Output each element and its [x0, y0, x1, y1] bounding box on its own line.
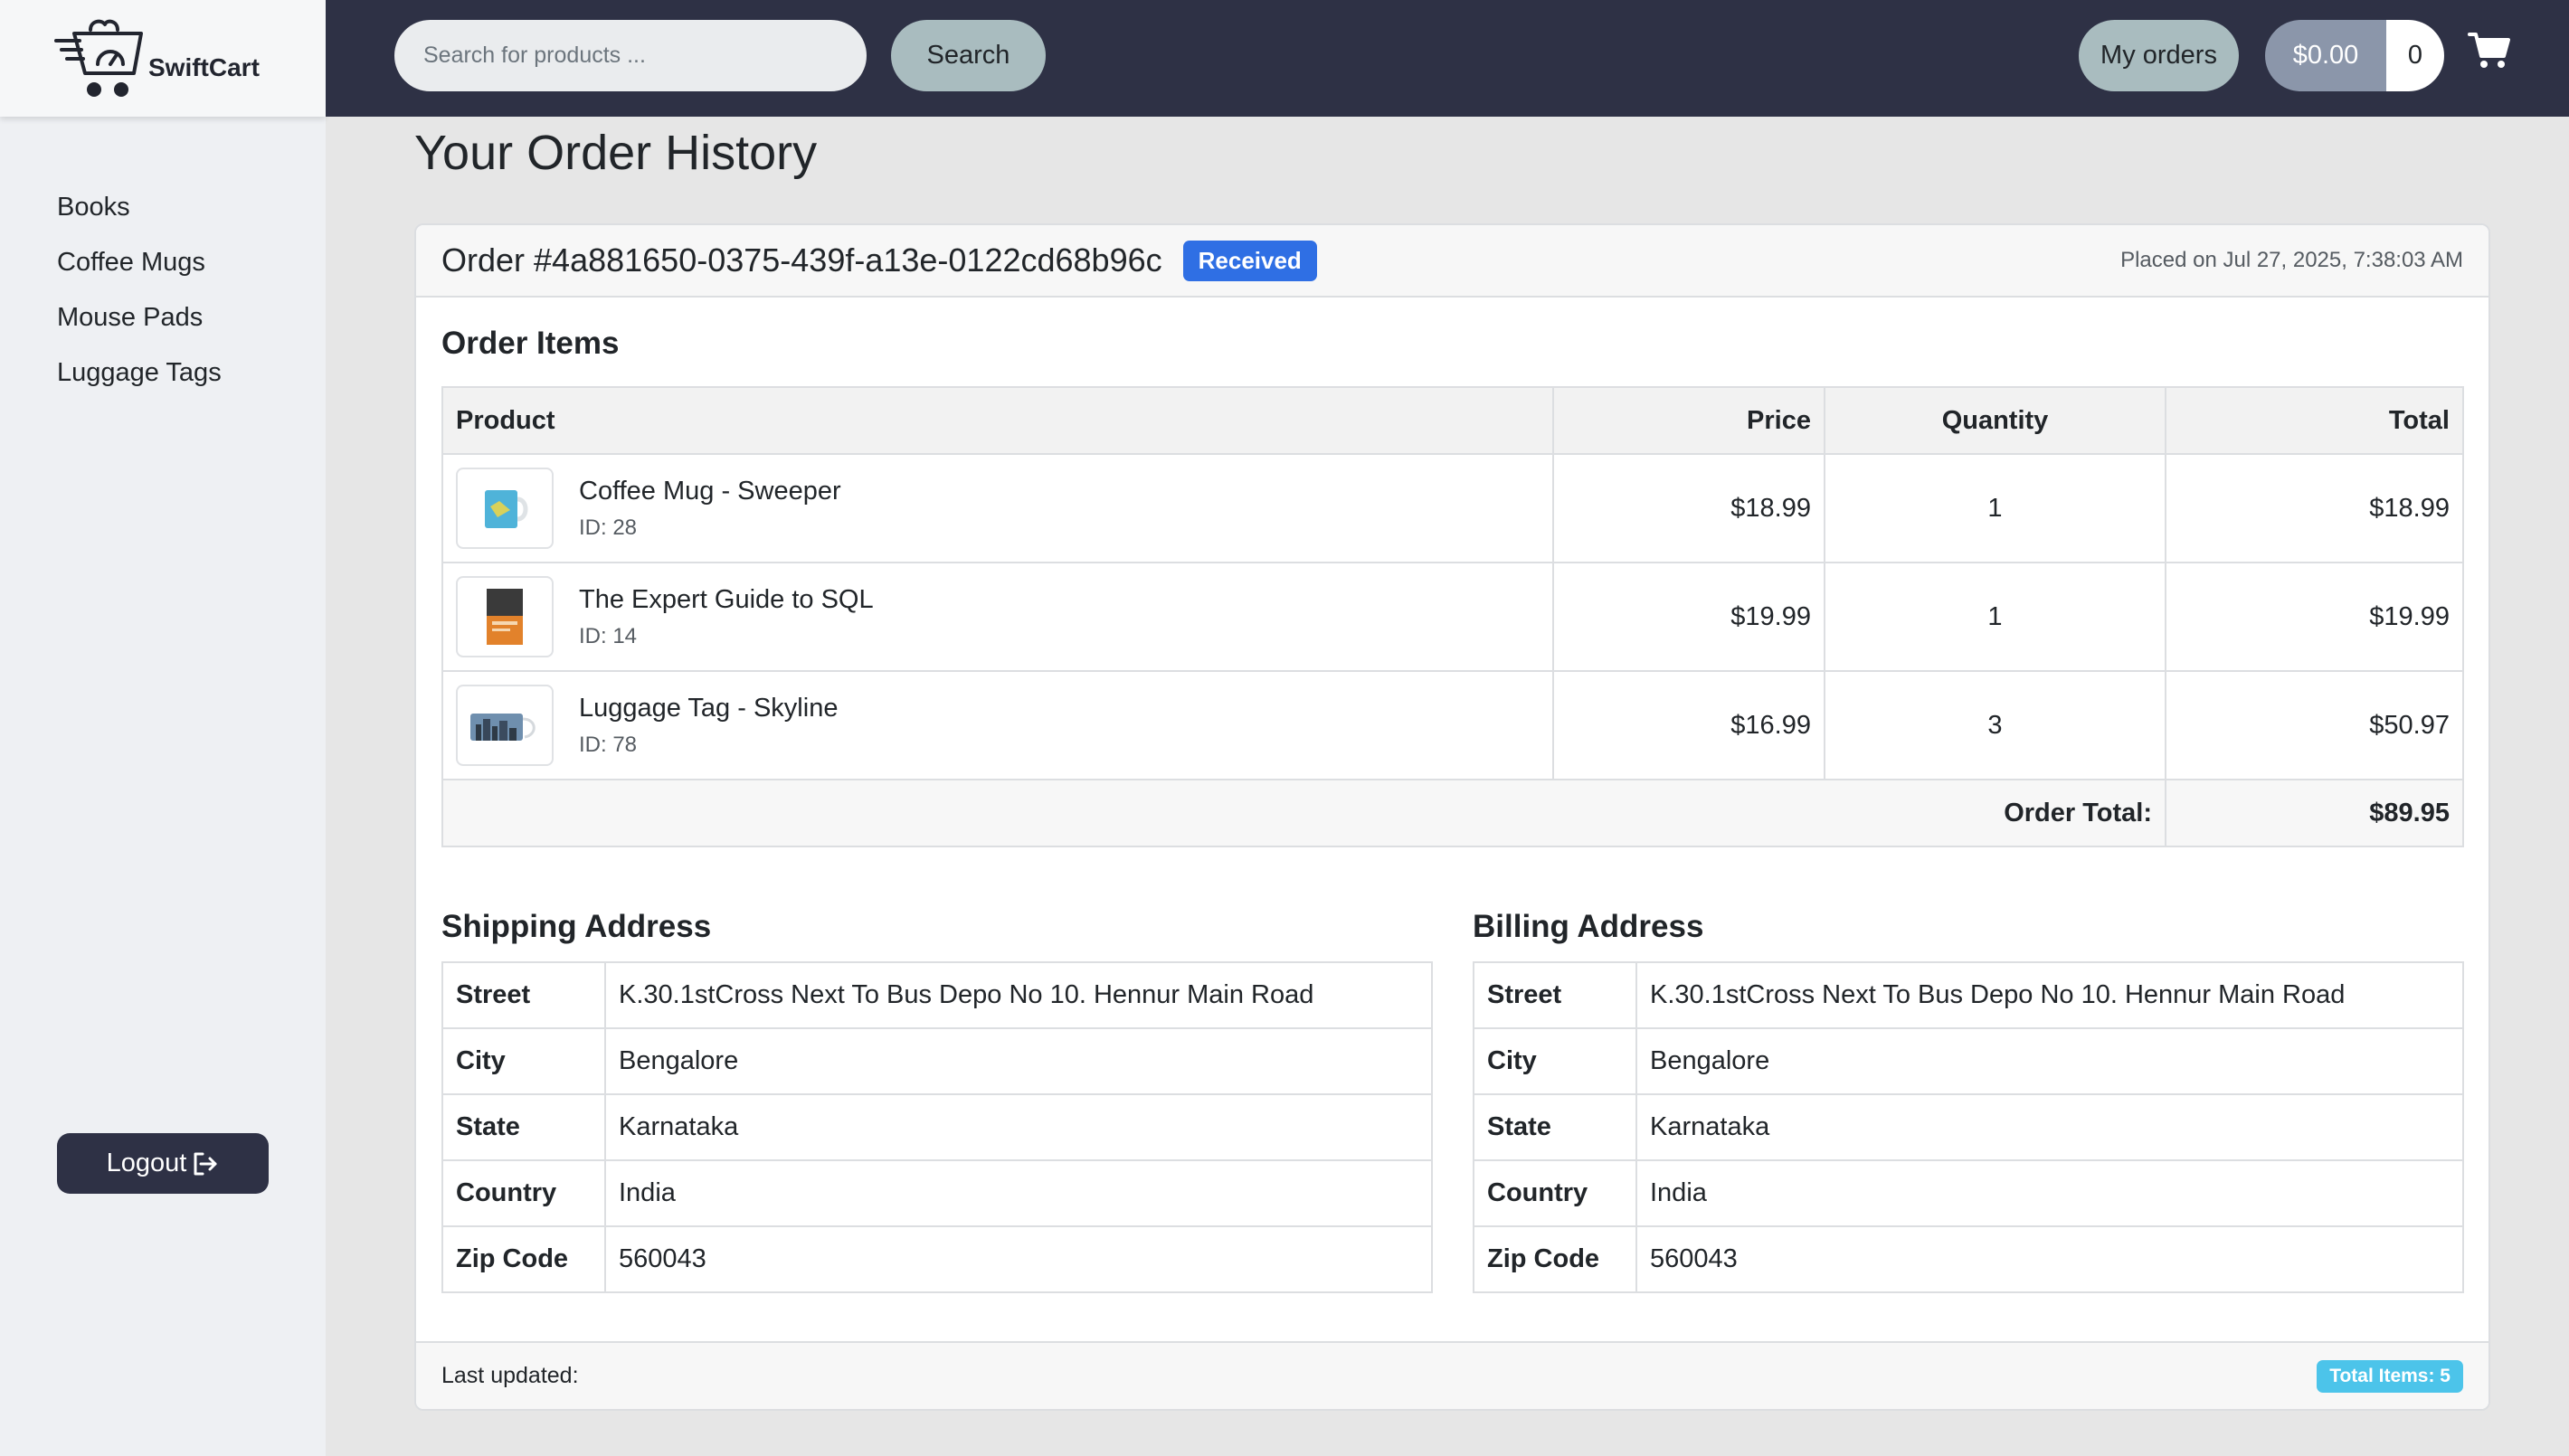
billing-address-table: Street K.30.1stCross Next To Bus Depo No … — [1473, 961, 2464, 1293]
country-value: India — [604, 1159, 1433, 1227]
price-cell: $18.99 — [1552, 453, 1825, 563]
quantity-cell: 3 — [1824, 670, 2166, 780]
page-title: Your Order History — [414, 126, 818, 180]
table-row: Country India — [1473, 1159, 2464, 1227]
coffee-mug-thumbnail[interactable] — [456, 468, 554, 549]
sidebar: SwiftCart Books Coffee Mugs Mouse Pads L… — [0, 0, 326, 1456]
country-label: Country — [441, 1159, 606, 1227]
product-id: ID: 78 — [579, 732, 638, 757]
shipping-address-table: Street K.30.1stCross Next To Bus Depo No … — [441, 961, 1433, 1293]
book-thumbnail[interactable] — [456, 576, 554, 657]
total-cell: $18.99 — [2165, 453, 2464, 563]
shipping-address-title: Shipping Address — [441, 909, 712, 944]
cart-summary[interactable]: $0.00 0 — [2265, 20, 2444, 91]
billing-address-title: Billing Address — [1473, 909, 1704, 944]
status-badge: Received — [1182, 240, 1317, 281]
logout-label: Logout — [106, 1149, 187, 1177]
logout-button[interactable]: Logout — [57, 1133, 269, 1194]
zip-code-value: 560043 — [1635, 1225, 2464, 1293]
product-cell: The Expert Guide to SQL ID: 14 — [441, 562, 1554, 672]
table-row: Zip Code 560043 — [441, 1225, 1433, 1293]
street-label: Street — [1473, 961, 1637, 1029]
table-row: The Expert Guide to SQL ID: 14 $19.99 1 … — [441, 562, 2464, 672]
product-name[interactable]: The Expert Guide to SQL — [579, 585, 874, 615]
sidebar-item-books[interactable]: Books — [57, 180, 326, 235]
table-row: Coffee Mug - Sweeper ID: 28 $18.99 1 $18… — [441, 453, 2464, 563]
price-cell: $19.99 — [1552, 562, 1825, 672]
table-row: Street K.30.1stCross Next To Bus Depo No … — [1473, 961, 2464, 1029]
product-name[interactable]: Luggage Tag - Skyline — [579, 694, 838, 723]
sign-out-icon — [194, 1152, 217, 1175]
table-row: Street K.30.1stCross Next To Bus Depo No … — [441, 961, 1433, 1029]
sidebar-item-coffee-mugs[interactable]: Coffee Mugs — [57, 235, 326, 290]
order-footer: Last updated: Total Items: 5 — [416, 1341, 2488, 1409]
city-label: City — [1473, 1027, 1637, 1095]
sidebar-item-mouse-pads[interactable]: Mouse Pads — [57, 290, 326, 345]
price-cell: $16.99 — [1552, 670, 1825, 780]
search-button[interactable]: Search — [891, 20, 1046, 91]
state-value: Karnataka — [1635, 1093, 2464, 1161]
total-cell: $19.99 — [2165, 562, 2464, 672]
order-total-value: $89.95 — [2165, 779, 2464, 847]
state-label: State — [1473, 1093, 1637, 1161]
cart-amount: $0.00 — [2265, 20, 2386, 91]
table-row: State Karnataka — [1473, 1093, 2464, 1161]
luggage-tag-thumbnail[interactable] — [456, 685, 554, 766]
quantity-cell: 1 — [1824, 453, 2166, 563]
sidebar-item-luggage-tags[interactable]: Luggage Tags — [57, 345, 326, 401]
table-row: City Bengalore — [441, 1027, 1433, 1095]
city-label: City — [441, 1027, 606, 1095]
country-label: Country — [1473, 1159, 1637, 1227]
search-input[interactable] — [394, 20, 867, 91]
city-value: Bengalore — [1635, 1027, 2464, 1095]
column-header-quantity: Quantity — [1824, 386, 2166, 455]
product-cell: Luggage Tag - Skyline ID: 78 — [441, 670, 1554, 780]
order-items-table: Product Price Quantity Total Coffee Mug … — [441, 386, 2464, 847]
column-header-product: Product — [441, 386, 1554, 455]
zip-code-label: Zip Code — [441, 1225, 606, 1293]
street-label: Street — [441, 961, 606, 1029]
shopping-cart-logo-icon — [54, 19, 143, 97]
table-row: Luggage Tag - Skyline ID: 78 $16.99 3 $5… — [441, 670, 2464, 780]
shopping-cart-icon[interactable] — [2468, 31, 2511, 71]
zip-code-value: 560043 — [604, 1225, 1433, 1293]
state-value: Karnataka — [604, 1093, 1433, 1161]
product-id: ID: 14 — [579, 623, 638, 648]
category-nav: Books Coffee Mugs Mouse Pads Luggage Tag… — [0, 117, 326, 401]
top-navbar: Search My orders $0.00 0 — [326, 0, 2569, 117]
logo[interactable]: SwiftCart — [0, 0, 326, 117]
table-row: Country India — [441, 1159, 1433, 1227]
column-header-price: Price — [1552, 386, 1825, 455]
product-cell: Coffee Mug - Sweeper ID: 28 — [441, 453, 1554, 563]
order-header: Order #4a881650-0375-439f-a13e-0122cd68b… — [416, 225, 2488, 298]
order-number: Order #4a881650-0375-439f-a13e-0122cd68b… — [441, 241, 1162, 279]
total-cell: $50.97 — [2165, 670, 2464, 780]
total-items-badge: Total Items: 5 — [2317, 1359, 2463, 1393]
quantity-cell: 1 — [1824, 562, 2166, 672]
table-row: City Bengalore — [1473, 1027, 2464, 1095]
last-updated: Last updated: — [441, 1363, 579, 1388]
product-id: ID: 28 — [579, 515, 638, 540]
state-label: State — [441, 1093, 606, 1161]
zip-code-label: Zip Code — [1473, 1225, 1637, 1293]
country-value: India — [1635, 1159, 2464, 1227]
table-header-row: Product Price Quantity Total — [441, 386, 2464, 455]
order-total-label: Order Total: — [441, 779, 2166, 847]
street-value: K.30.1stCross Next To Bus Depo No 10. He… — [1635, 961, 2464, 1029]
order-total-row: Order Total: $89.95 — [441, 779, 2464, 847]
brand-name: SwiftCart — [148, 52, 260, 81]
column-header-total: Total — [2165, 386, 2464, 455]
order-card: Order #4a881650-0375-439f-a13e-0122cd68b… — [414, 223, 2490, 1411]
my-orders-button[interactable]: My orders — [2079, 20, 2239, 91]
city-value: Bengalore — [604, 1027, 1433, 1095]
street-value: K.30.1stCross Next To Bus Depo No 10. He… — [604, 961, 1433, 1029]
table-row: State Karnataka — [441, 1093, 1433, 1161]
order-items-title: Order Items — [441, 326, 620, 361]
table-row: Zip Code 560043 — [1473, 1225, 2464, 1293]
placed-on-date: Placed on Jul 27, 2025, 7:38:03 AM — [2120, 248, 2463, 272]
cart-count: 0 — [2386, 20, 2444, 91]
product-name[interactable]: Coffee Mug - Sweeper — [579, 477, 841, 506]
